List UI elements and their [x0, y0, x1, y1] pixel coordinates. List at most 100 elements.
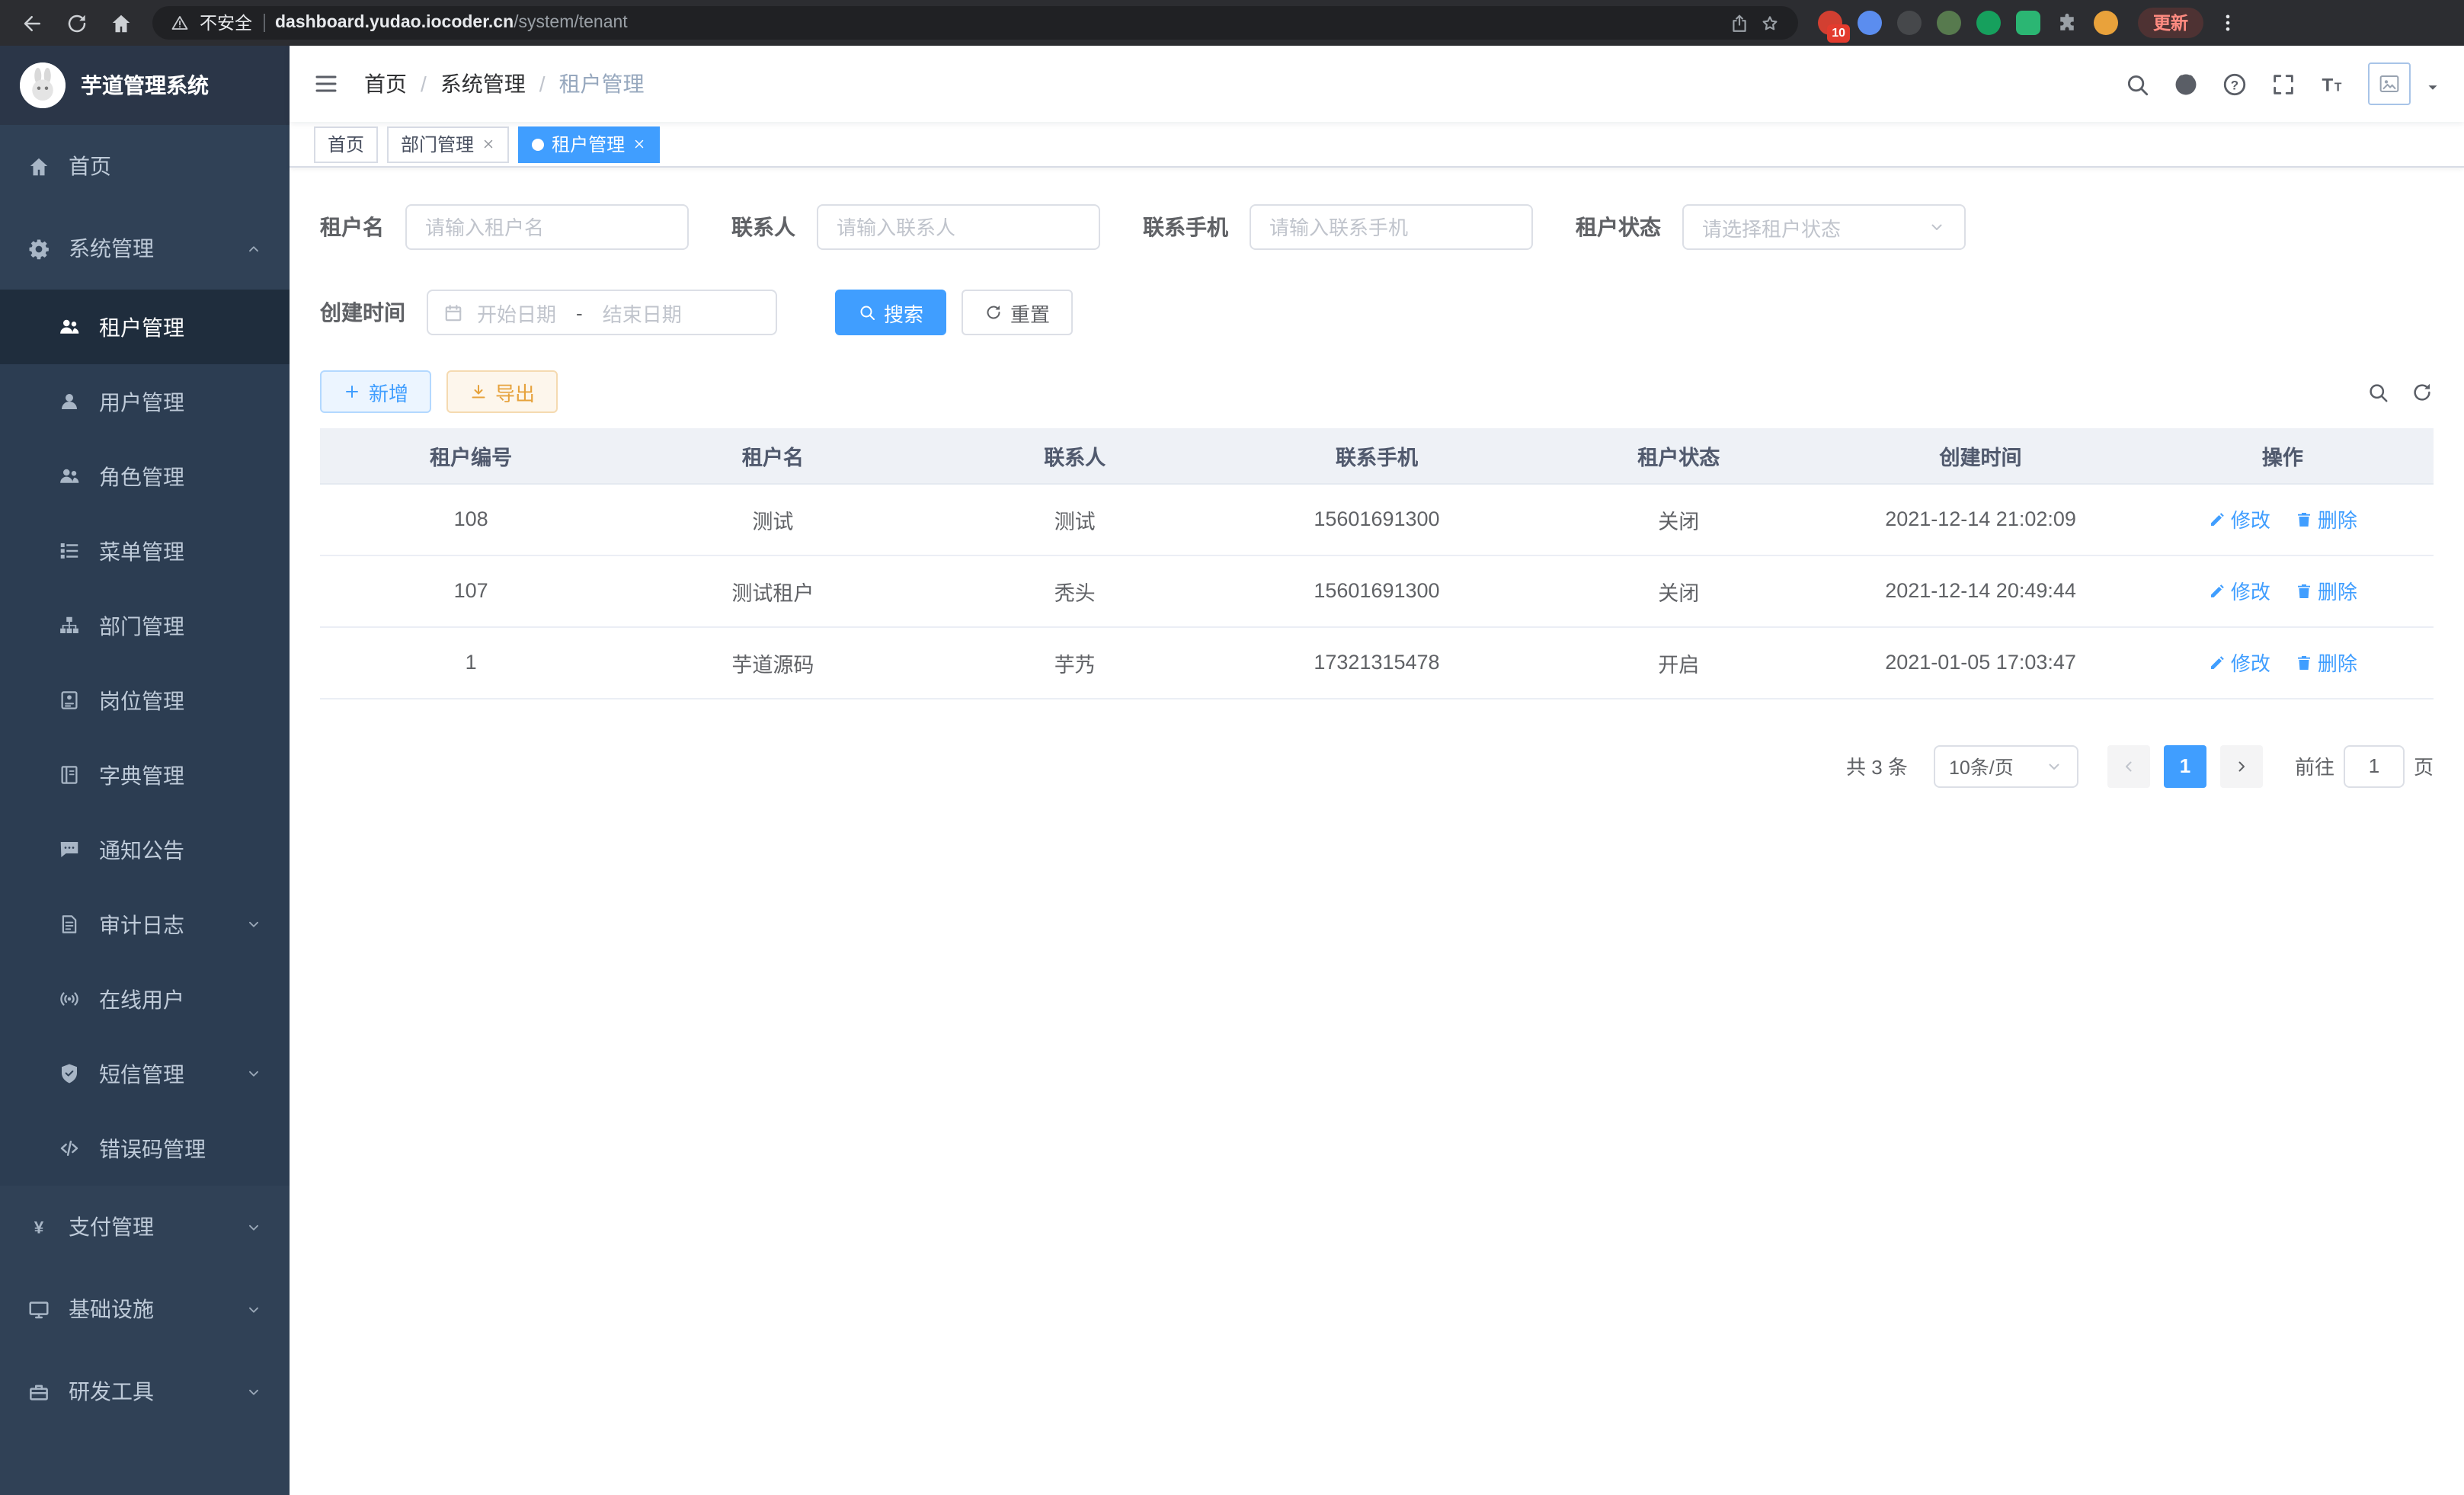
- address-bar[interactable]: 不安全 dashboard.yudao.iocoder.cn/system/te…: [152, 6, 1798, 40]
- github-icon[interactable]: [2173, 71, 2199, 97]
- cell-contact: 秃头: [924, 555, 1226, 626]
- sidebar-item-role-management[interactable]: 角色管理: [0, 439, 290, 514]
- cell-actions: 修改删除: [2132, 626, 2434, 698]
- add-button-label: 新增: [369, 377, 408, 406]
- update-button[interactable]: 更新: [2138, 8, 2203, 38]
- search-button[interactable]: 搜索: [835, 290, 946, 335]
- toolbox-icon: [27, 1380, 50, 1403]
- chat-icon: [58, 838, 81, 861]
- dark-extension-icon[interactable]: [1897, 11, 1922, 35]
- date-range-picker[interactable]: 开始日期 - 结束日期: [427, 290, 777, 335]
- tab-dept-management[interactable]: 部门管理: [387, 126, 509, 162]
- sidebar-item-sms-management[interactable]: 短信管理: [0, 1036, 290, 1111]
- back-icon[interactable]: [21, 11, 44, 34]
- cell-actions: 修改删除: [2132, 483, 2434, 555]
- page-size-select[interactable]: 10条/页: [1934, 744, 2078, 787]
- edit-button[interactable]: 修改: [2208, 504, 2270, 533]
- edit-button[interactable]: 修改: [2208, 648, 2270, 677]
- contact-input[interactable]: [817, 204, 1100, 250]
- sidebar-item-system-management[interactable]: 系统管理: [0, 207, 290, 290]
- delete-button[interactable]: 删除: [2295, 576, 2357, 605]
- jump-page-input[interactable]: [2344, 744, 2405, 787]
- toggle-search-icon[interactable]: [2366, 380, 2389, 403]
- jump-prefix: 前往: [2295, 751, 2334, 780]
- user-icon: [58, 390, 81, 413]
- tab-home[interactable]: 首页: [314, 126, 378, 162]
- sidebar-item-dept-management[interactable]: 部门管理: [0, 588, 290, 663]
- breadcrumb-system[interactable]: 系统管理: [440, 69, 526, 99]
- export-button[interactable]: 导出: [446, 370, 558, 413]
- font-size-icon[interactable]: TT: [2319, 71, 2345, 97]
- pagination: 共 3 条 10条/页 1 前往 页: [320, 744, 2434, 787]
- colorful-extension-icon[interactable]: 10: [1818, 11, 1842, 35]
- blue-extension-icon[interactable]: [1858, 11, 1882, 35]
- app-title: 芋道管理系统: [81, 70, 209, 101]
- green-square-extension-icon[interactable]: [2016, 11, 2040, 35]
- tenant-name-input[interactable]: [405, 204, 689, 250]
- sidebar-item-label: 通知公告: [99, 834, 184, 865]
- table-row: 107测试租户秃头15601691300关闭2021-12-14 20:49:4…: [320, 555, 2434, 626]
- cell-name: 测试租户: [622, 555, 923, 626]
- sidebar-item-infrastructure[interactable]: 基础设施: [0, 1268, 290, 1350]
- close-icon[interactable]: [482, 137, 495, 151]
- olive-extension-icon[interactable]: [1937, 11, 1961, 35]
- delete-button[interactable]: 删除: [2295, 648, 2357, 677]
- prev-page-button[interactable]: [2107, 744, 2150, 787]
- sidebar-item-tenant-management[interactable]: 租户管理: [0, 290, 290, 364]
- sidebar-item-payment-management[interactable]: ¥支付管理: [0, 1186, 290, 1268]
- green-circle-extension-icon[interactable]: [1976, 11, 2001, 35]
- breadcrumb-home[interactable]: 首页: [364, 69, 407, 99]
- jump-suffix: 页: [2414, 751, 2434, 780]
- sidebar-menu: 首页系统管理租户管理用户管理角色管理菜单管理部门管理岗位管理字典管理通知公告审计…: [0, 125, 290, 1495]
- chevron-down-icon[interactable]: [2424, 79, 2441, 96]
- cell-name: 测试: [622, 483, 923, 555]
- sidebar-toggle-icon[interactable]: [312, 70, 340, 98]
- puzzle-extension-icon[interactable]: [2056, 11, 2078, 34]
- reset-button[interactable]: 重置: [962, 290, 1073, 335]
- sidebar-item-notice[interactable]: 通知公告: [0, 812, 290, 887]
- sidebar-item-menu-management[interactable]: 菜单管理: [0, 514, 290, 588]
- refresh-icon: [984, 303, 1003, 322]
- table-row: 1芋道源码芋艿17321315478开启2021-01-05 17:03:47修…: [320, 626, 2434, 698]
- sidebar-item-post-management[interactable]: 岗位管理: [0, 663, 290, 738]
- sidebar-item-label: 研发工具: [69, 1376, 154, 1407]
- sidebar-item-online-user[interactable]: 在线用户: [0, 962, 290, 1036]
- edit-button[interactable]: 修改: [2208, 576, 2270, 605]
- refresh-table-icon[interactable]: [2411, 380, 2434, 403]
- tab-tenant-management[interactable]: 租户管理: [518, 126, 660, 162]
- next-page-button[interactable]: [2220, 744, 2263, 787]
- kebab-menu-icon[interactable]: [2217, 12, 2238, 34]
- security-label[interactable]: 不安全: [200, 11, 252, 35]
- avatar[interactable]: [2368, 62, 2411, 105]
- home-icon[interactable]: [110, 11, 133, 34]
- sidebar-item-audit-log[interactable]: 审计日志: [0, 887, 290, 962]
- search-icon[interactable]: [2124, 71, 2150, 97]
- status-select[interactable]: 请选择租户状态: [1682, 204, 1966, 250]
- profile-avatar[interactable]: [2094, 11, 2118, 35]
- role-icon: [58, 465, 81, 488]
- add-button[interactable]: 新增: [320, 370, 431, 413]
- sidebar-item-dev-tools[interactable]: 研发工具: [0, 1350, 290, 1433]
- sidebar-item-dict-management[interactable]: 字典管理: [0, 738, 290, 812]
- sidebar-item-home[interactable]: 首页: [0, 125, 290, 207]
- fullscreen-icon[interactable]: [2270, 71, 2296, 97]
- cell-id: 108: [320, 483, 622, 555]
- extensions-area: 10: [1812, 11, 2124, 35]
- delete-button[interactable]: 删除: [2295, 504, 2357, 533]
- help-icon[interactable]: ?: [2222, 71, 2248, 97]
- logo[interactable]: 芋道管理系统: [0, 46, 290, 125]
- main-area: 首页 / 系统管理 / 租户管理 ? TT 首页部门管理租户管理: [290, 46, 2464, 1495]
- sidebar-item-error-code-management[interactable]: 错误码管理: [0, 1111, 290, 1186]
- chevron-down-icon: [245, 1383, 262, 1400]
- bookmark-star-icon[interactable]: [1760, 13, 1780, 33]
- sidebar-item-label: 租户管理: [99, 312, 184, 342]
- url-text[interactable]: dashboard.yudao.iocoder.cn/system/tenant: [275, 14, 628, 32]
- sidebar-item-user-management[interactable]: 用户管理: [0, 364, 290, 439]
- current-page-button[interactable]: 1: [2164, 744, 2206, 787]
- share-icon[interactable]: [1730, 13, 1749, 33]
- close-icon[interactable]: [632, 137, 646, 151]
- cell-phone: 15601691300: [1226, 483, 1528, 555]
- phone-input[interactable]: [1250, 204, 1533, 250]
- broken-image-icon: [2377, 72, 2402, 96]
- reload-icon[interactable]: [66, 11, 88, 34]
